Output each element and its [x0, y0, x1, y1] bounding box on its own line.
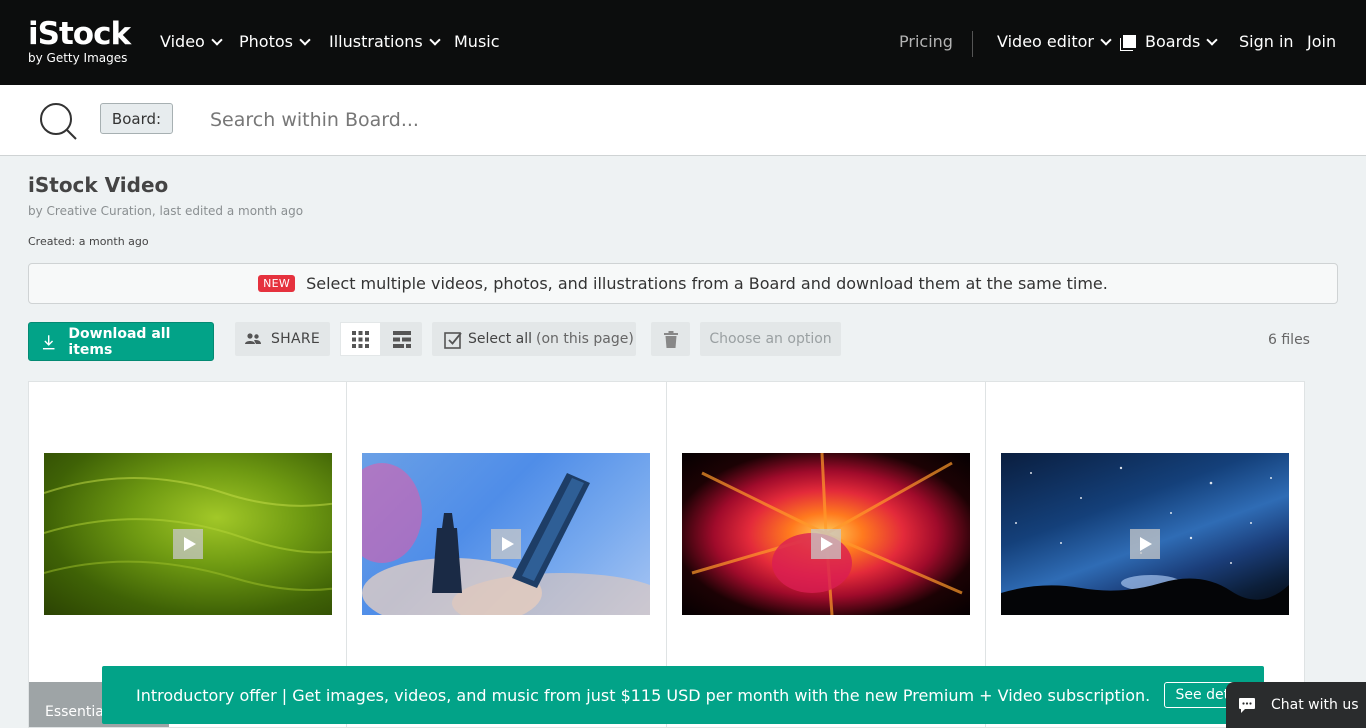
chevron-down-icon — [299, 33, 311, 46]
feature-announcement-banner: NEW Select multiple videos, photos, and … — [28, 263, 1338, 304]
search-bar: Board: — [0, 85, 1366, 156]
chevron-down-icon — [1100, 33, 1112, 46]
nav-music-label: Music — [454, 32, 500, 51]
board-scope-chip[interactable]: Board: — [100, 103, 173, 134]
chevron-down-icon — [211, 33, 223, 46]
chat-bubble-icon — [1239, 697, 1255, 713]
nav-pricing[interactable]: Pricing — [899, 32, 953, 51]
select-all-button[interactable]: Select all (on this page) — [432, 322, 636, 356]
nav-divider — [972, 31, 973, 57]
video-thumbnail[interactable] — [681, 453, 970, 615]
mosaic-view-button[interactable] — [381, 322, 422, 356]
search-input[interactable] — [210, 105, 1310, 135]
nav-video-editor-label: Video editor — [997, 32, 1094, 51]
file-count: 6 files — [1268, 332, 1310, 348]
chevron-down-icon — [429, 33, 441, 46]
play-icon[interactable] — [810, 529, 841, 559]
nav-boards[interactable]: Boards — [1123, 32, 1219, 51]
nav-music[interactable]: Music — [454, 32, 500, 51]
nav-video[interactable]: Video — [160, 32, 223, 51]
search-icon[interactable] — [39, 102, 77, 140]
nav-photos[interactable]: Photos — [239, 32, 311, 51]
chat-widget-button[interactable]: Chat with us — [1226, 682, 1366, 728]
delete-button[interactable] — [651, 322, 690, 356]
nav-video-editor[interactable]: Video editor — [997, 32, 1112, 51]
nav-illustrations-label: Illustrations — [329, 32, 423, 51]
nav-sign-in-label: Sign in — [1239, 32, 1294, 51]
grid-icon — [352, 330, 369, 348]
select-all-label: Select all — [468, 331, 532, 347]
new-badge: NEW — [258, 275, 296, 292]
banner-text: Select multiple videos, photos, and illu… — [306, 274, 1108, 293]
download-icon — [42, 334, 55, 349]
play-icon[interactable] — [1129, 529, 1160, 559]
play-icon[interactable] — [173, 529, 203, 559]
logo-wordmark: iStock — [28, 16, 131, 52]
nav-photos-label: Photos — [239, 32, 293, 51]
nav-boards-label: Boards — [1145, 32, 1201, 51]
chat-label: Chat with us — [1271, 697, 1359, 713]
share-button[interactable]: SHARE — [235, 322, 330, 356]
select-all-scope: (on this page) — [536, 331, 634, 347]
nav-pricing-label: Pricing — [899, 32, 953, 51]
promo-text: Introductory offer | Get images, videos,… — [136, 685, 1151, 705]
users-icon — [244, 333, 261, 344]
nav-illustrations[interactable]: Illustrations — [329, 32, 441, 51]
video-thumbnail[interactable] — [362, 453, 651, 615]
mosaic-icon — [392, 330, 411, 348]
chevron-down-icon — [1206, 33, 1219, 46]
logo-tagline: by Getty Images — [28, 51, 128, 65]
board-title: iStock Video — [28, 173, 169, 197]
video-thumbnail[interactable] — [1000, 453, 1289, 615]
board-created-date: Created: a month ago — [28, 235, 149, 248]
boards-icon — [1123, 35, 1136, 48]
view-toggle — [340, 322, 422, 356]
grid-view-button[interactable] — [340, 322, 381, 356]
video-thumbnail[interactable] — [44, 453, 332, 615]
checkbox-checked-icon — [444, 331, 462, 349]
board-meta: by Creative Curation, last edited a mont… — [28, 204, 304, 218]
play-icon[interactable] — [491, 529, 522, 559]
nav-sign-in[interactable]: Sign in — [1239, 32, 1294, 51]
istock-logo[interactable]: iStock by Getty Images — [28, 16, 131, 65]
promo-banner: Introductory offer | Get images, videos,… — [102, 666, 1264, 724]
nav-join-label: Join — [1307, 32, 1337, 51]
trash-icon — [663, 330, 678, 348]
action-select[interactable]: Choose an option — [700, 322, 841, 356]
nav-video-label: Video — [160, 32, 205, 51]
top-nav: iStock by Getty Images Video Photos Illu… — [0, 0, 1366, 85]
download-all-label: Download all items — [68, 325, 171, 358]
download-all-button[interactable]: Download all items — [28, 322, 214, 361]
nav-join[interactable]: Join — [1307, 32, 1336, 51]
share-label: SHARE — [270, 331, 321, 347]
